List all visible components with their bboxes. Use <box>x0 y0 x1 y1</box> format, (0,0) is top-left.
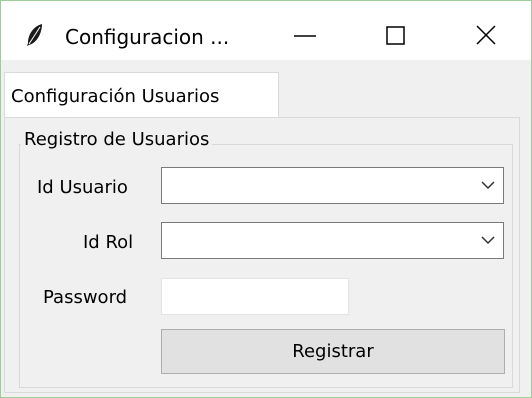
password-label: Password <box>43 287 128 308</box>
tab-bar: Configuración Usuarios <box>1 62 531 118</box>
id-usuario-combobox[interactable] <box>161 167 504 204</box>
window-title: Configuracion ... <box>65 25 230 49</box>
close-button[interactable] <box>457 15 513 57</box>
maximize-icon <box>386 26 405 45</box>
tab-configuracion-usuarios[interactable]: Configuración Usuarios <box>4 72 279 118</box>
tab-label: Configuración Usuarios <box>11 86 220 107</box>
chevron-down-icon[interactable] <box>481 180 495 190</box>
minimize-button[interactable] <box>277 15 333 57</box>
id-rol-label: Id Rol <box>83 232 134 253</box>
maximize-button[interactable] <box>367 15 423 57</box>
id-rol-combobox[interactable] <box>161 222 504 259</box>
registrar-button[interactable]: Registrar <box>161 329 505 374</box>
password-field[interactable] <box>161 278 349 315</box>
feather-icon <box>25 23 45 47</box>
minimize-icon <box>294 35 316 37</box>
group-title: Registro de Usuarios <box>21 129 213 150</box>
chevron-down-icon[interactable] <box>481 235 495 245</box>
id-usuario-label: Id Usuario <box>37 177 128 198</box>
app-window: Configuracion ... Configuración Usuarios… <box>0 0 532 398</box>
title-bar[interactable]: Configuracion ... <box>1 1 531 60</box>
close-icon <box>476 25 496 45</box>
